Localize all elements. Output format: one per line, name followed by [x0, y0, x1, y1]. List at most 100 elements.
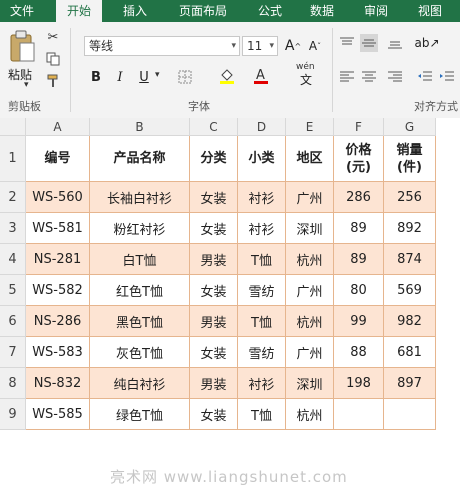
table-cell-id[interactable]: NS-286 [26, 306, 90, 337]
table-cell-region[interactable]: 深圳 [286, 368, 334, 399]
format-painter-icon[interactable] [44, 72, 62, 90]
header-cell-sales[interactable]: 销量 (件) [384, 136, 436, 182]
table-cell-product-name[interactable]: 黑色T恤 [90, 306, 190, 337]
table-cell-sales[interactable]: 897 [384, 368, 436, 399]
table-cell-product-name[interactable]: 灰色T恤 [90, 337, 190, 368]
table-cell-subcategory[interactable]: T恤 [238, 306, 286, 337]
cut-icon[interactable]: ✂ [44, 28, 62, 46]
select-all-corner[interactable] [0, 118, 26, 136]
table-cell-price[interactable]: 286 [334, 182, 384, 213]
copy-icon[interactable] [44, 50, 62, 68]
table-cell-price[interactable]: 80 [334, 275, 384, 306]
column-header-g[interactable]: G [384, 118, 436, 136]
header-cell-subcategory[interactable]: 小类 [238, 136, 286, 182]
column-header-f[interactable]: F [334, 118, 384, 136]
table-cell-product-name[interactable]: 绿色T恤 [90, 399, 190, 430]
table-cell-subcategory[interactable]: 衬衫 [238, 368, 286, 399]
header-cell-id[interactable]: 编号 [26, 136, 90, 182]
row-header-7[interactable]: 7 [0, 337, 26, 368]
table-cell-category[interactable]: 女装 [190, 182, 238, 213]
table-cell-product-name[interactable]: 粉红衬衫 [90, 213, 190, 244]
tab-file[interactable]: 文件 [0, 0, 44, 22]
table-cell-region[interactable]: 广州 [286, 182, 334, 213]
table-cell-id[interactable]: WS-582 [26, 275, 90, 306]
row-header-8[interactable]: 8 [0, 368, 26, 399]
tab-view[interactable]: 视图 [408, 0, 452, 22]
tab-page-layout[interactable]: 页面布局 [168, 0, 238, 22]
table-cell-region[interactable]: 杭州 [286, 399, 334, 430]
top-align-icon[interactable] [338, 34, 356, 52]
font-name-select[interactable]: 等线 ▾ [84, 36, 240, 56]
table-cell-sales[interactable]: 892 [384, 213, 436, 244]
decrease-font-size-icon[interactable]: Aˇ [306, 36, 324, 56]
table-cell-category[interactable]: 女装 [190, 213, 238, 244]
table-cell-id[interactable]: NS-281 [26, 244, 90, 275]
table-cell-category[interactable]: 男装 [190, 244, 238, 275]
table-cell-subcategory[interactable]: 衬衫 [238, 182, 286, 213]
table-cell-subcategory[interactable]: 雪纺 [238, 275, 286, 306]
row-header-9[interactable]: 9 [0, 399, 26, 430]
table-cell-region[interactable]: 杭州 [286, 306, 334, 337]
table-cell-sales[interactable]: 569 [384, 275, 436, 306]
underline-dropdown-icon[interactable]: ▾ [155, 70, 160, 80]
row-header-2[interactable]: 2 [0, 182, 26, 213]
table-cell-product-name[interactable]: 纯白衬衫 [90, 368, 190, 399]
table-cell-price[interactable]: 89 [334, 213, 384, 244]
table-cell-region[interactable]: 广州 [286, 337, 334, 368]
table-cell-id[interactable]: WS-585 [26, 399, 90, 430]
underline-button[interactable]: U [136, 68, 152, 86]
column-header-c[interactable]: C [190, 118, 238, 136]
table-cell-price[interactable]: 88 [334, 337, 384, 368]
header-cell-category[interactable]: 分类 [190, 136, 238, 182]
increase-indent-icon[interactable] [438, 68, 456, 86]
table-cell-sales[interactable]: 874 [384, 244, 436, 275]
table-cell-price[interactable]: 99 [334, 306, 384, 337]
table-cell-category[interactable]: 女装 [190, 275, 238, 306]
bottom-align-icon[interactable] [386, 34, 404, 52]
table-cell-price[interactable]: 89 [334, 244, 384, 275]
header-cell-region[interactable]: 地区 [286, 136, 334, 182]
phonetic-guide-icon[interactable]: 文 [298, 72, 314, 87]
column-header-e[interactable]: E [286, 118, 334, 136]
table-cell-id[interactable]: WS-560 [26, 182, 90, 213]
paste-icon[interactable] [6, 28, 38, 64]
tab-data[interactable]: 数据 [300, 0, 344, 22]
tab-home[interactable]: 开始 [56, 0, 102, 22]
increase-font-size-icon[interactable]: A ^ [284, 36, 302, 56]
table-cell-product-name[interactable]: 白T恤 [90, 244, 190, 275]
align-left-icon[interactable] [338, 68, 356, 86]
table-cell-sales[interactable]: 256 [384, 182, 436, 213]
table-cell-region[interactable]: 深圳 [286, 213, 334, 244]
table-cell-sales[interactable]: 982 [384, 306, 436, 337]
table-cell-subcategory[interactable]: T恤 [238, 399, 286, 430]
row-header-4[interactable]: 4 [0, 244, 26, 275]
table-cell-price[interactable]: 198 [334, 368, 384, 399]
row-header-3[interactable]: 3 [0, 213, 26, 244]
table-cell-price[interactable] [334, 399, 384, 430]
table-cell-region[interactable]: 广州 [286, 275, 334, 306]
header-cell-price[interactable]: 价格 (元) [334, 136, 384, 182]
row-header-6[interactable]: 6 [0, 306, 26, 337]
decrease-indent-icon[interactable] [416, 68, 434, 86]
italic-button[interactable]: I [112, 68, 128, 86]
row-header-5[interactable]: 5 [0, 275, 26, 306]
tab-review[interactable]: 审阅 [354, 0, 398, 22]
middle-align-icon[interactable] [360, 34, 378, 52]
table-cell-category[interactable]: 女装 [190, 399, 238, 430]
column-header-b[interactable]: B [90, 118, 190, 136]
table-cell-category[interactable]: 男装 [190, 306, 238, 337]
table-cell-subcategory[interactable]: 衬衫 [238, 213, 286, 244]
orientation-icon[interactable]: ab↗ [414, 34, 439, 52]
column-header-d[interactable]: D [238, 118, 286, 136]
align-center-icon[interactable] [360, 68, 378, 86]
table-cell-sales[interactable] [384, 399, 436, 430]
table-cell-product-name[interactable]: 红色T恤 [90, 275, 190, 306]
font-size-select[interactable]: 11 ▾ [242, 36, 278, 56]
align-right-icon[interactable] [386, 68, 404, 86]
fill-color-icon[interactable] [218, 66, 236, 86]
bold-button[interactable]: B [88, 68, 104, 86]
column-header-a[interactable]: A [26, 118, 90, 136]
table-cell-subcategory[interactable]: T恤 [238, 244, 286, 275]
table-cell-id[interactable]: WS-581 [26, 213, 90, 244]
tab-formulas[interactable]: 公式 [248, 0, 292, 22]
